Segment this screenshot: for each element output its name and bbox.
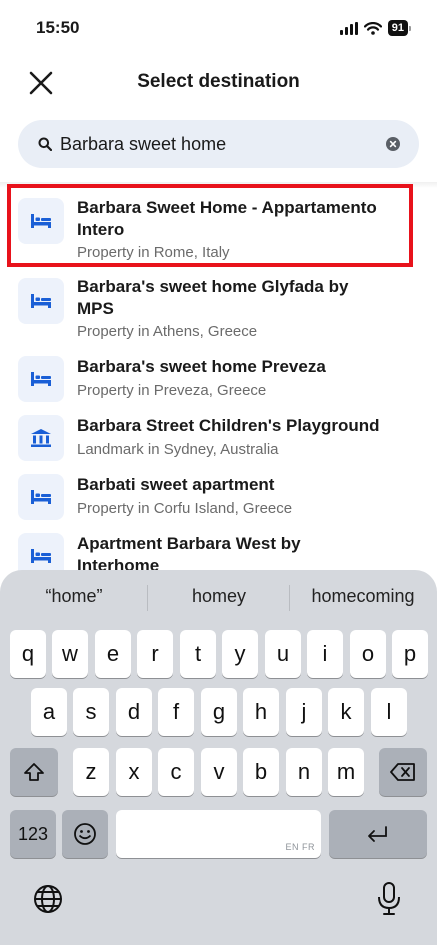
key[interactable]: v [201,748,237,796]
suggestion[interactable]: “home” [10,586,138,607]
key[interactable]: d [116,688,152,736]
suggestion[interactable]: homey [155,586,283,607]
header: Select destination [0,58,437,106]
landmark-icon [18,415,64,461]
key[interactable]: e [95,630,131,678]
key[interactable]: n [286,748,322,796]
signal-icon [339,21,358,35]
result-title: Barbara Sweet Home - Appartamento Intero [77,198,377,239]
microphone-icon [378,882,400,915]
wifi-icon [363,21,382,35]
page-title: Select destination [137,71,300,92]
result-item[interactable]: Apartment Barbara West by Interhome [0,531,437,571]
suggestion[interactable]: homecoming [297,586,429,607]
backspace-icon [390,763,415,781]
key[interactable]: q [10,630,46,678]
key[interactable]: r [137,630,173,678]
bed-icon [18,356,64,402]
key[interactable]: x [116,748,152,796]
divider [0,182,437,188]
battery-level: 91 [387,20,408,36]
key[interactable]: z [73,748,109,796]
key[interactable]: u [265,630,301,678]
key[interactable]: f [158,688,194,736]
result-item[interactable]: Barbara Street Children's Playground Lan… [0,413,437,463]
search-icon [38,137,52,151]
bed-icon [18,198,64,244]
battery-icon: 91 [387,20,411,36]
key[interactable]: y [222,630,258,678]
result-item[interactable]: Barbara's sweet home Glyfada by MPS Prop… [0,274,437,344]
result-title: Barbara Street Children's Playground [77,416,380,435]
return-icon [368,826,387,842]
key[interactable]: b [243,748,279,796]
space-language-label: EN FR [285,842,315,852]
result-subtitle: Property in Athens, Greece [77,323,258,340]
key[interactable]: p [392,630,428,678]
key[interactable]: m [328,748,364,796]
status-time: 15:50 [36,18,80,37]
result-title: Apartment Barbara West by Interhome [77,534,301,571]
result-subtitle: Property in Preveza, Greece [77,382,267,399]
result-subtitle: Property in Rome, Italy [77,244,230,261]
key[interactable]: w [52,630,88,678]
result-item[interactable]: Barbara's sweet home Preveza Property in… [0,354,437,404]
key[interactable]: o [350,630,386,678]
space-key[interactable]: EN FR [116,810,321,858]
key[interactable]: g [201,688,237,736]
status-bar: 15:50 91 [0,0,437,56]
key[interactable]: h [243,688,279,736]
result-title: Barbati sweet apartment [77,475,275,494]
key[interactable]: j [286,688,322,736]
bed-icon [18,278,64,324]
globe-button[interactable] [32,883,64,915]
bed-icon [18,474,64,520]
bed-icon [18,533,64,571]
globe-icon [34,885,62,913]
keyboard: “home” homey homecoming q w e r t y u i … [0,570,437,945]
dictation-button[interactable] [374,881,404,917]
result-item[interactable]: Barbara Sweet Home - Appartamento Intero… [0,194,437,270]
result-subtitle: Property in Corfu Island, Greece [77,500,293,517]
search-box[interactable] [18,120,419,168]
return-key[interactable] [329,810,427,858]
emoji-key[interactable] [62,810,108,858]
delete-key[interactable] [379,748,427,796]
result-title: Barbara's sweet home Preveza [77,357,326,376]
clear-search-icon[interactable] [386,137,400,151]
shift-key[interactable] [10,748,58,796]
suggestion-bar: “home” homey homecoming [0,570,437,626]
key[interactable]: i [307,630,343,678]
key[interactable]: t [180,630,216,678]
key[interactable]: k [328,688,364,736]
result-subtitle: Landmark in Sydney, Australia [77,441,279,458]
result-title: Barbara's sweet home Glyfada by MPS [77,277,349,318]
emoji-icon [74,823,96,845]
key[interactable]: a [31,688,67,736]
shift-icon [24,763,44,781]
key[interactable]: s [73,688,109,736]
key[interactable]: c [158,748,194,796]
status-icons: 91 [339,20,411,36]
search-input[interactable] [60,120,380,168]
numbers-key[interactable]: 123 [10,810,56,858]
result-item[interactable]: Barbati sweet apartment Property in Corf… [0,472,437,522]
key[interactable]: l [371,688,407,736]
